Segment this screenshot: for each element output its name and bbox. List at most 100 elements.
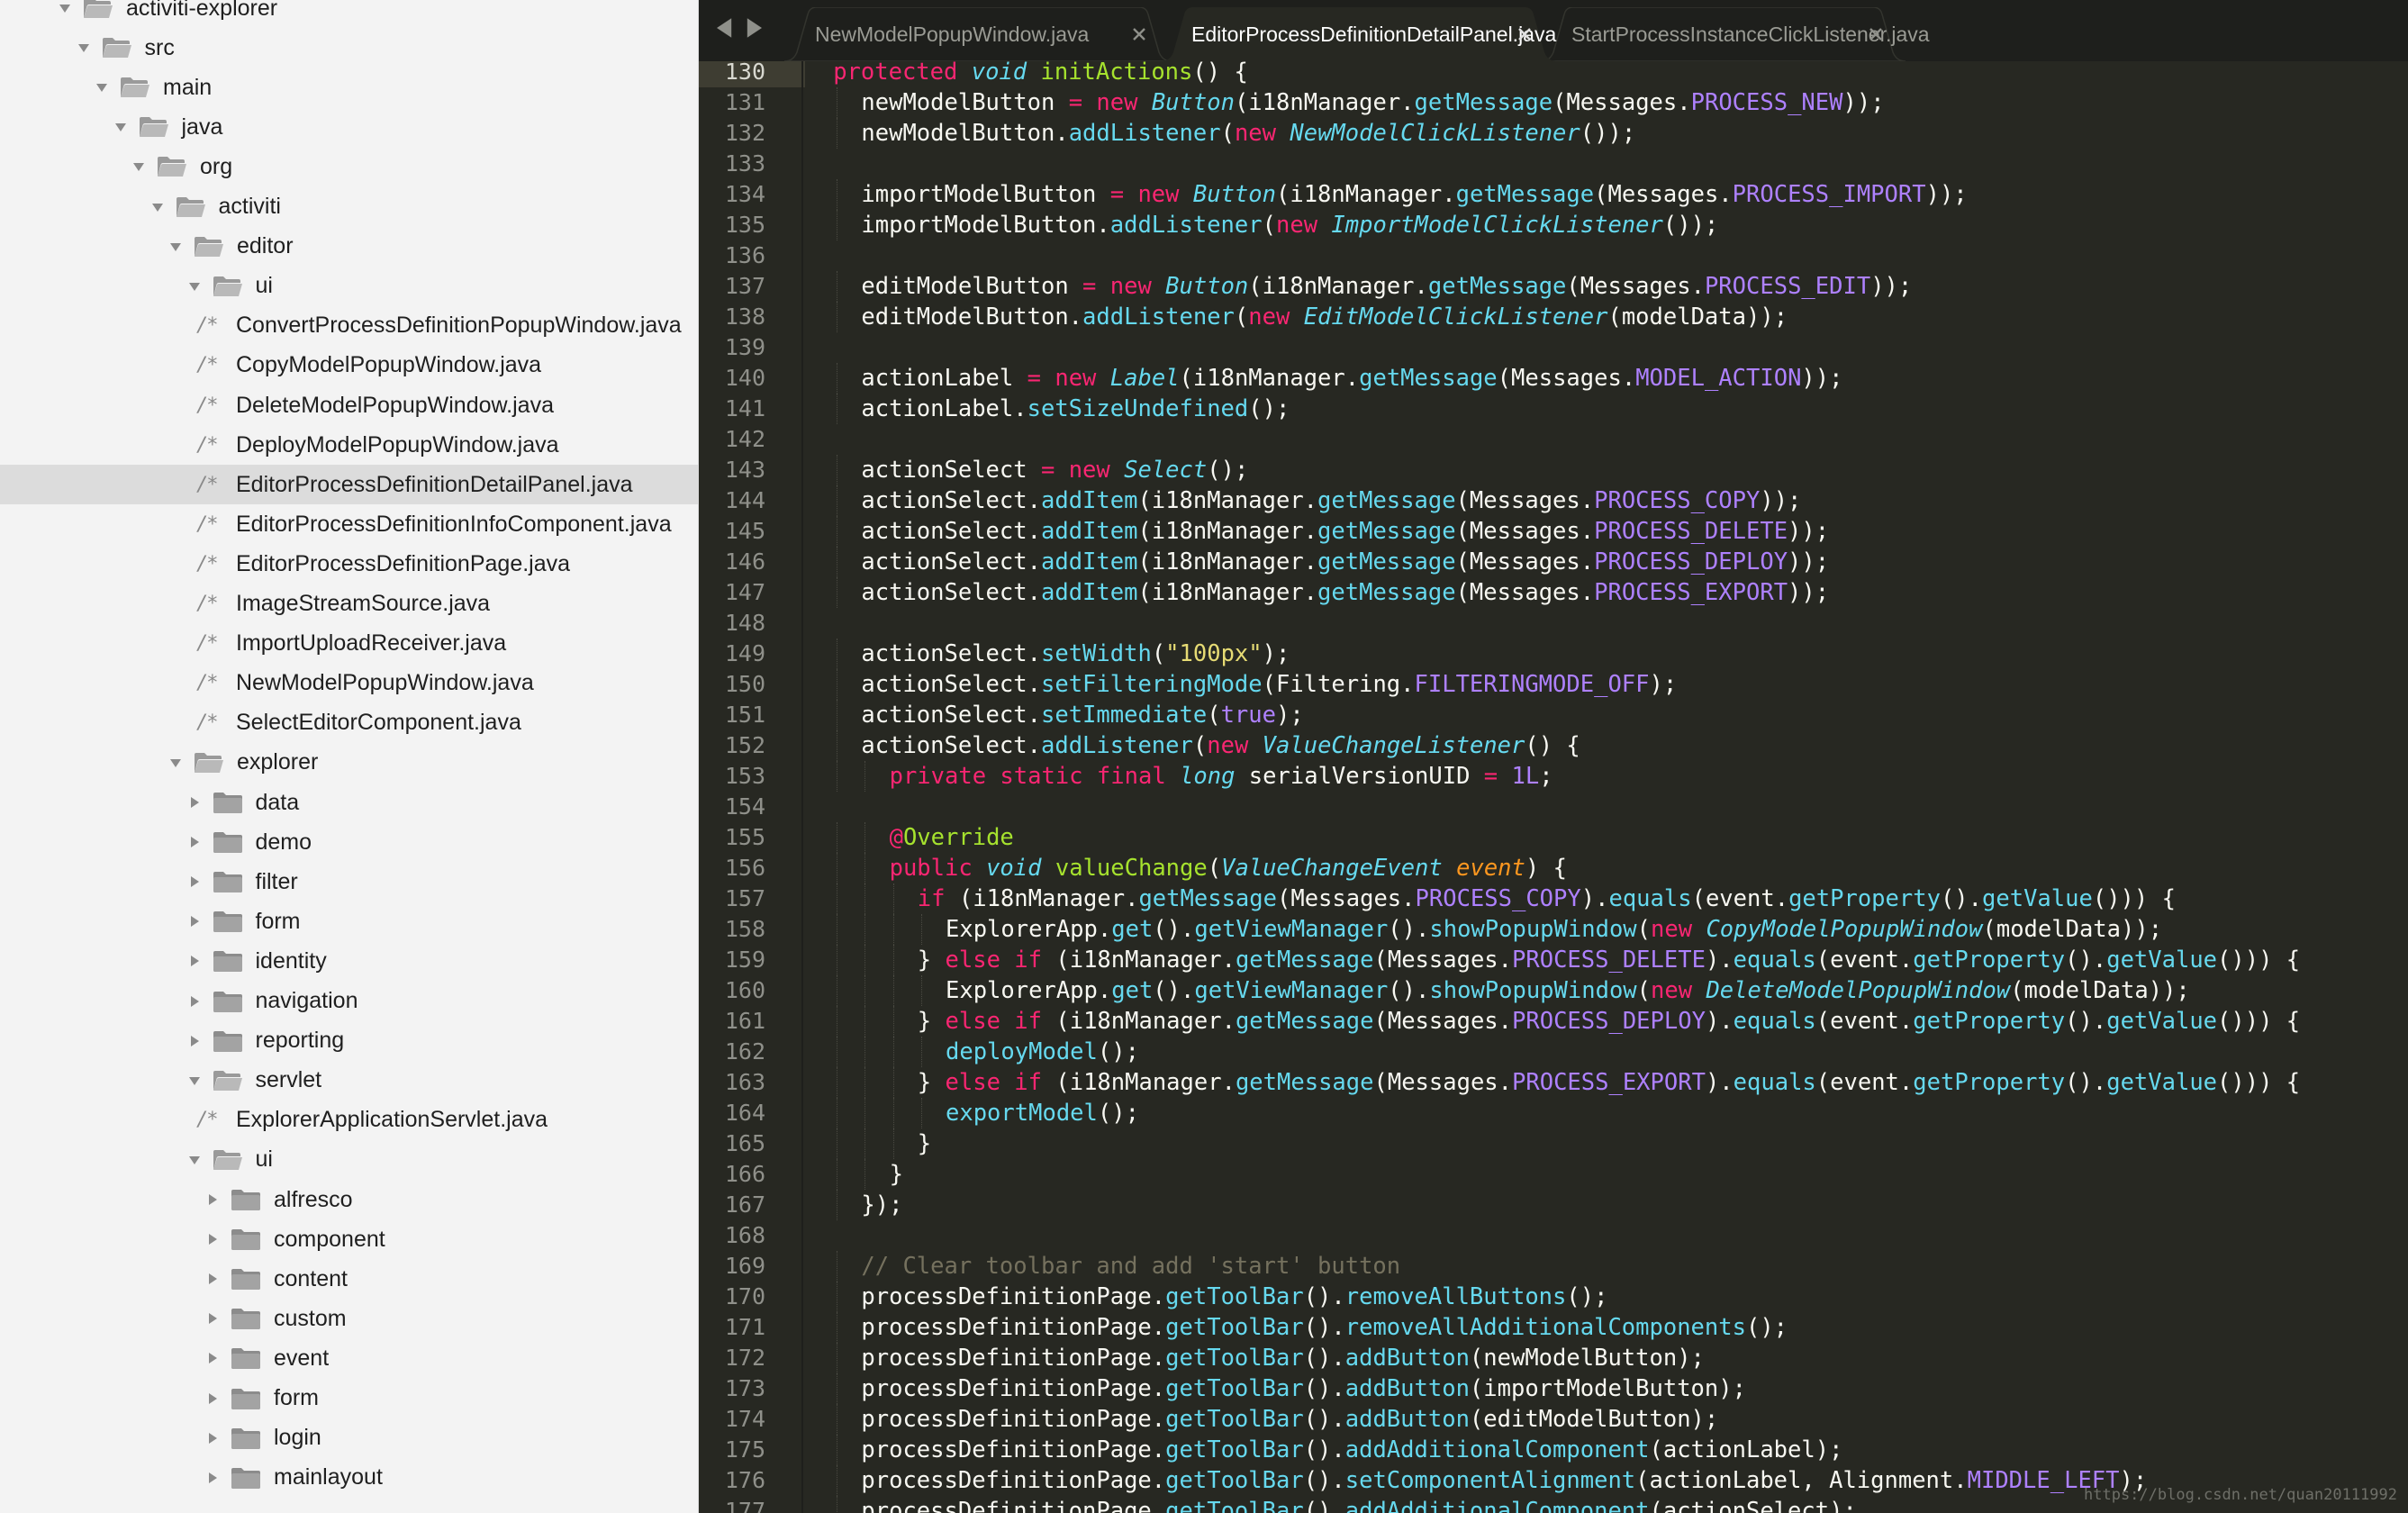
arrow-left-icon[interactable] [717,18,733,38]
tree-folder-row[interactable]: demo [0,822,698,862]
code-line[interactable]: private static final long serialVersionU… [890,761,1553,792]
code-line[interactable]: processDefinitionPage.getToolBar().addBu… [861,1404,1718,1435]
tree-file-row[interactable]: /* DeleteModelPopupWindow.java [0,385,698,425]
disclosure-expanded-icon[interactable] [187,1074,202,1088]
disclosure-collapsed-icon[interactable] [205,1431,220,1445]
close-tab-icon[interactable] [1517,27,1532,41]
code-line[interactable]: protected void initActions() { [833,61,1248,87]
code-line[interactable]: } [918,1128,931,1159]
code-line[interactable]: ExplorerApp.get().getViewManager().showP… [946,914,2162,945]
disclosure-collapsed-icon[interactable] [187,914,202,929]
tree-folder-row[interactable]: src [0,28,698,68]
tree-folder-row[interactable]: servlet [0,1061,698,1101]
disclosure-collapsed-icon[interactable] [187,954,202,968]
tree-folder-row[interactable]: activiti-explorer [0,0,698,28]
close-tab-icon[interactable] [1132,27,1146,41]
tree-folder-row[interactable]: custom [0,1299,698,1338]
arrow-right-icon[interactable] [746,18,762,38]
code-line[interactable]: actionSelect.addItem(i18nManager.getMess… [861,547,1829,577]
code-line[interactable]: processDefinitionPage.getToolBar().addBu… [861,1373,1746,1404]
code-line[interactable]: processDefinitionPage.getToolBar().addAd… [861,1496,1856,1513]
code-line[interactable]: actionLabel.setSizeUndefined(); [861,394,1290,424]
tree-folder-row[interactable]: content [0,1259,698,1299]
tree-folder-row[interactable]: explorer [0,743,698,783]
code-line[interactable]: } [890,1159,903,1190]
code-line[interactable]: actionSelect.setFilteringMode(Filtering.… [861,669,1677,700]
disclosure-expanded-icon[interactable] [131,159,146,174]
code-editor[interactable]: 130 131 132 133 134 135 136 137 138 139 140 141 142 1… [699,61,2408,1513]
tree-file-row[interactable]: /* CopyModelPopupWindow.java [0,346,698,385]
tree-file-row[interactable]: /* ConvertProcessDefinitionPopupWindow.ja… [0,306,698,346]
tree-folder-row[interactable]: editor [0,227,698,267]
code-line[interactable]: actionSelect = new Select(); [861,455,1248,485]
code-line[interactable]: actionSelect.setImmediate(true); [861,700,1303,730]
editor-tab[interactable]: NewModelPopupWindow.java [784,7,1172,61]
disclosure-expanded-icon[interactable] [150,200,165,214]
disclosure-expanded-icon[interactable] [58,1,72,15]
code-line[interactable]: ExplorerApp.get().getViewManager().showP… [946,975,2190,1006]
disclosure-collapsed-icon[interactable] [187,874,202,889]
tree-folder-row[interactable]: ui [0,267,698,306]
code-line[interactable]: } else if (i18nManager.getMessage(Messag… [918,1067,2300,1098]
code-line[interactable]: actionSelect.addListener(new ValueChange… [861,730,1580,761]
tree-file-row[interactable]: /* DeployModelPopupWindow.java [0,425,698,465]
tree-folder-row[interactable]: alfresco [0,1180,698,1219]
code-line[interactable]: public void valueChange(ValueChangeEvent… [890,853,1567,883]
disclosure-collapsed-icon[interactable] [205,1232,220,1246]
tree-folder-row[interactable]: component [0,1219,698,1259]
code-line[interactable]: exportModel(); [946,1098,1139,1128]
tree-file-row[interactable]: /* ImageStreamSource.java [0,584,698,624]
disclosure-collapsed-icon[interactable] [187,994,202,1009]
code-line[interactable]: importModelButton = new Button(i18nManag… [861,179,1967,210]
disclosure-collapsed-icon[interactable] [205,1351,220,1365]
tree-file-row[interactable]: /* NewModelPopupWindow.java [0,664,698,703]
code-line[interactable]: actionSelect.addItem(i18nManager.getMess… [861,577,1829,608]
tree-folder-row[interactable]: form [0,1379,698,1418]
disclosure-collapsed-icon[interactable] [205,1272,220,1286]
tree-folder-row[interactable]: org [0,147,698,186]
code-line[interactable]: processDefinitionPage.getToolBar().remov… [861,1312,1788,1343]
code-line[interactable]: } else if (i18nManager.getMessage(Messag… [918,1006,2300,1037]
code-line[interactable]: processDefinitionPage.getToolBar().remov… [861,1282,1607,1312]
tree-file-row[interactable]: /* EditorProcessDefinitionDetailPanel.jav… [0,465,698,505]
disclosure-expanded-icon[interactable] [95,80,109,95]
code-line[interactable]: processDefinitionPage.getToolBar().addAd… [861,1435,1842,1465]
tree-folder-row[interactable]: data [0,783,698,822]
tree-folder-row[interactable]: identity [0,941,698,981]
code-line[interactable]: actionLabel = new Label(i18nManager.getM… [861,363,1842,394]
code-area[interactable]: protected void initActions() { newModelBu… [699,61,2408,1513]
disclosure-collapsed-icon[interactable] [205,1311,220,1326]
editor-tab[interactable]: StartProcessInstanceClickListener.java [1541,7,1930,61]
editor-tab[interactable]: EditorProcessDefinitionDetailPanel.java [1161,7,1557,61]
disclosure-expanded-icon[interactable] [187,1153,202,1167]
code-line[interactable]: deployModel(); [946,1037,1139,1067]
code-line[interactable]: newModelButton.addListener(new NewModelC… [861,118,1635,149]
code-line[interactable]: editModelButton = new Button(i18nManager… [861,271,1912,302]
code-line[interactable]: @Override [890,822,1014,853]
code-line[interactable]: processDefinitionPage.getToolBar().setCo… [861,1465,2147,1496]
tree-folder-row[interactable]: reporting [0,1021,698,1061]
code-line[interactable]: } else if (i18nManager.getMessage(Messag… [918,945,2300,975]
tree-file-row[interactable]: /* ImportUploadReceiver.java [0,624,698,664]
tree-folder-row[interactable]: activiti [0,187,698,227]
disclosure-expanded-icon[interactable] [113,120,128,134]
close-tab-icon[interactable] [1869,27,1883,41]
code-line[interactable]: processDefinitionPage.getToolBar().addBu… [861,1343,1705,1373]
code-line[interactable]: }); [861,1190,902,1220]
disclosure-collapsed-icon[interactable] [205,1471,220,1485]
tree-folder-row[interactable]: login [0,1418,698,1458]
disclosure-expanded-icon[interactable] [168,756,183,770]
code-line[interactable]: actionSelect.addItem(i18nManager.getMess… [861,485,1801,516]
disclosure-collapsed-icon[interactable] [205,1192,220,1207]
code-line[interactable]: actionSelect.addItem(i18nManager.getMess… [861,516,1829,547]
tree-folder-row[interactable]: event [0,1338,698,1378]
tree-file-row[interactable]: /* ExplorerApplicationServlet.java [0,1101,698,1140]
tree-folder-row[interactable]: java [0,107,698,147]
tree-folder-row[interactable]: mainlayout [0,1458,698,1498]
disclosure-collapsed-icon[interactable] [187,795,202,810]
code-line[interactable]: editModelButton.addListener(new EditMode… [861,302,1788,332]
code-line[interactable]: if (i18nManager.getMessage(Messages.PROC… [918,883,2176,914]
disclosure-expanded-icon[interactable] [77,41,91,55]
tree-folder-row[interactable]: main [0,68,698,107]
tree-file-row[interactable]: /* SelectEditorComponent.java [0,703,698,743]
